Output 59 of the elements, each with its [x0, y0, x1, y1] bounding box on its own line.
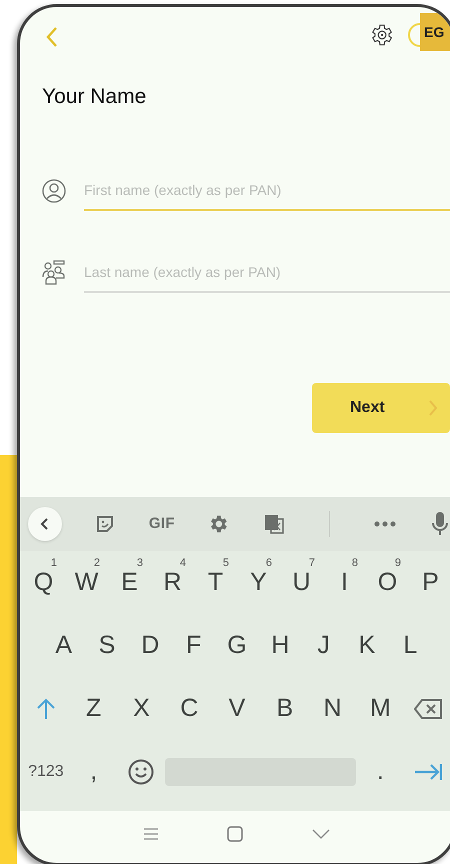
- keyboard-key[interactable]: K: [358, 633, 376, 658]
- gif-button[interactable]: GIF: [148, 512, 175, 536]
- keyboard-key[interactable]: .: [376, 759, 384, 784]
- keyboard-key[interactable]: H: [271, 633, 290, 658]
- people-group-icon: [42, 260, 66, 284]
- back-button[interactable]: [28, 507, 62, 541]
- keyboard-key[interactable]: E: [121, 570, 138, 595]
- keyboard-key[interactable]: G: [227, 633, 247, 658]
- keyboard-key[interactable]: A: [55, 633, 72, 658]
- menu-icon[interactable]: [144, 828, 158, 840]
- sticker-icon[interactable]: [95, 514, 116, 534]
- key-hint: 2: [94, 556, 100, 571]
- person-icon: [42, 178, 66, 202]
- keyboard-key[interactable]: V: [228, 696, 246, 721]
- keyboard-key[interactable]: I: [341, 570, 348, 595]
- keyboard-key[interactable]: Q: [34, 570, 54, 595]
- backspace-icon[interactable]: [414, 698, 442, 718]
- translate-icon[interactable]: [262, 513, 285, 535]
- keyboard-key[interactable]: R: [163, 570, 182, 595]
- keyboard-key[interactable]: N: [324, 696, 342, 721]
- next-button[interactable]: Next: [312, 382, 450, 432]
- keyboard-key[interactable]: F: [186, 633, 202, 658]
- symbols-key[interactable]: ?123: [28, 760, 64, 784]
- keyboard-key[interactable]: P: [422, 570, 439, 595]
- key-hint: 7: [308, 556, 315, 571]
- text-field[interactable]: First name (exactly as per PAN): [84, 170, 450, 210]
- keyboard-key[interactable]: D: [141, 633, 160, 658]
- keyboard-key[interactable]: W: [74, 570, 98, 595]
- key-hint: 4: [180, 556, 186, 571]
- keyboard-key[interactable]: Y: [250, 570, 267, 595]
- keyboard-key[interactable]: S: [98, 633, 116, 658]
- key-hint: 1: [50, 556, 57, 571]
- page-title: Your Name: [41, 84, 148, 110]
- keyboard-key[interactable]: ,: [90, 759, 98, 784]
- microphone-icon[interactable]: [432, 512, 448, 536]
- key-hint: 3: [136, 556, 143, 571]
- keyboard-key[interactable]: T: [208, 570, 224, 595]
- keyboard-key[interactable]: O: [378, 570, 398, 595]
- key-hint: 8: [352, 556, 358, 571]
- keyboard-key[interactable]: C: [180, 696, 198, 721]
- keyboard-key[interactable]: M: [370, 696, 391, 721]
- more-icon[interactable]: [374, 521, 396, 527]
- key-hint: 6: [266, 556, 272, 571]
- home-icon[interactable]: [226, 826, 243, 842]
- keyboard-key[interactable]: L: [403, 633, 418, 658]
- shift-icon[interactable]: [36, 698, 56, 720]
- keyboard-key[interactable]: J: [317, 633, 330, 658]
- key-hint: 9: [394, 556, 401, 571]
- keyboard-key[interactable]: B: [276, 696, 294, 721]
- tab-arrow-icon[interactable]: [414, 762, 442, 780]
- keyboard-key[interactable]: X: [133, 696, 150, 721]
- language-badge[interactable]: EG: [420, 13, 450, 51]
- keyboard-key[interactable]: U: [292, 570, 311, 595]
- text-field[interactable]: Last name (exactly as per PAN): [84, 252, 450, 292]
- chevron-right-icon: [428, 398, 438, 416]
- key-hint: 5: [222, 556, 229, 571]
- chevron-down-icon[interactable]: [312, 829, 330, 839]
- keyboard-key[interactable]: Z: [86, 696, 102, 721]
- emoji-icon[interactable]: [128, 758, 154, 784]
